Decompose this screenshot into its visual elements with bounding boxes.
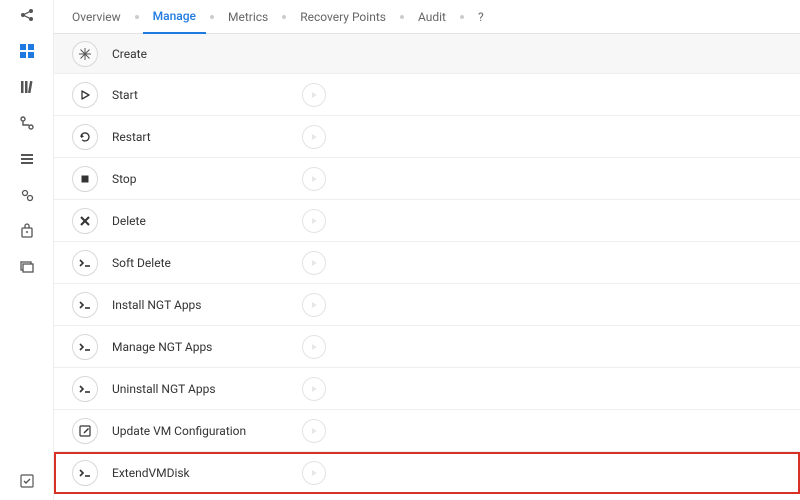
run-action-button[interactable]	[302, 209, 326, 233]
tab-label: Audit	[418, 10, 446, 24]
action-label: Uninstall NGT Apps	[112, 382, 292, 396]
action-label: Install NGT Apps	[112, 298, 292, 312]
branch-icon[interactable]	[18, 114, 36, 132]
terminal-icon	[72, 376, 98, 402]
tab-label: Metrics	[228, 10, 268, 24]
tab-manage[interactable]: Manage	[143, 0, 206, 34]
apps-icon[interactable]	[18, 42, 36, 60]
action-label: Stop	[112, 172, 292, 186]
action-label: ExtendVMDisk	[112, 466, 292, 480]
bag-icon[interactable]	[18, 222, 36, 240]
action-label: Manage NGT Apps	[112, 340, 292, 354]
list-icon[interactable]	[18, 150, 36, 168]
action-row[interactable]: Start	[54, 74, 800, 116]
run-action-button[interactable]	[302, 167, 326, 191]
action-create[interactable]: Create	[54, 34, 800, 74]
terminal-icon	[72, 460, 98, 486]
tab-overview[interactable]: Overview	[62, 0, 131, 34]
terminal-icon	[72, 250, 98, 276]
tab-label: Manage	[153, 9, 196, 23]
tab-audit[interactable]: Audit	[408, 0, 456, 34]
terminal-icon	[72, 292, 98, 318]
sidebar	[0, 0, 54, 500]
terminal-icon	[72, 334, 98, 360]
stop-icon	[72, 166, 98, 192]
tab-help[interactable]: ?	[468, 0, 494, 34]
library-icon[interactable]	[18, 78, 36, 96]
action-label: Delete	[112, 214, 292, 228]
action-row[interactable]: Stop	[54, 158, 800, 200]
checklist-icon[interactable]	[18, 472, 36, 490]
action-row[interactable]: Uninstall NGT Apps	[54, 368, 800, 410]
settings-icon[interactable]	[18, 186, 36, 204]
action-row[interactable]: Manage NGT Apps	[54, 326, 800, 368]
run-action-button[interactable]	[302, 293, 326, 317]
action-row[interactable]: Update VM Configuration	[54, 410, 800, 452]
tab-label: Overview	[72, 10, 121, 24]
tab-bar: Overview Manage Metrics Recovery Points …	[54, 0, 800, 34]
run-action-button[interactable]	[302, 251, 326, 275]
tab-separator	[400, 15, 404, 19]
tab-separator	[135, 15, 139, 19]
action-row[interactable]: ExtendVMDisk	[54, 452, 800, 494]
tab-separator	[210, 15, 214, 19]
play-icon	[72, 82, 98, 108]
share-icon[interactable]	[18, 6, 36, 24]
action-row[interactable]: Install NGT Apps	[54, 284, 800, 326]
edit-icon	[72, 418, 98, 444]
action-label: Start	[112, 88, 292, 102]
stack-icon[interactable]	[18, 258, 36, 276]
tab-metrics[interactable]: Metrics	[218, 0, 278, 34]
restart-icon	[72, 124, 98, 150]
action-label: Soft Delete	[112, 256, 292, 270]
delete-icon	[72, 208, 98, 234]
run-action-button[interactable]	[302, 125, 326, 149]
action-label: Update VM Configuration	[112, 424, 292, 438]
create-icon	[72, 41, 98, 67]
app-root: Overview Manage Metrics Recovery Points …	[0, 0, 800, 500]
tab-label: ?	[478, 10, 484, 24]
run-action-button[interactable]	[302, 461, 326, 485]
run-action-button[interactable]	[302, 377, 326, 401]
tab-separator	[282, 15, 286, 19]
run-action-button[interactable]	[302, 83, 326, 107]
action-label: Restart	[112, 130, 292, 144]
run-action-button[interactable]	[302, 335, 326, 359]
action-row[interactable]: Delete	[54, 200, 800, 242]
tab-label: Recovery Points	[300, 10, 386, 24]
action-list: Create Start Restart Stop Delete Soft Delete…	[54, 34, 800, 500]
tab-separator	[460, 15, 464, 19]
action-row[interactable]: Soft Delete	[54, 242, 800, 284]
run-action-button[interactable]	[302, 419, 326, 443]
tab-recovery-points[interactable]: Recovery Points	[290, 0, 396, 34]
main-panel: Overview Manage Metrics Recovery Points …	[54, 0, 800, 500]
action-row[interactable]: Restart	[54, 116, 800, 158]
action-label: Create	[112, 47, 292, 61]
